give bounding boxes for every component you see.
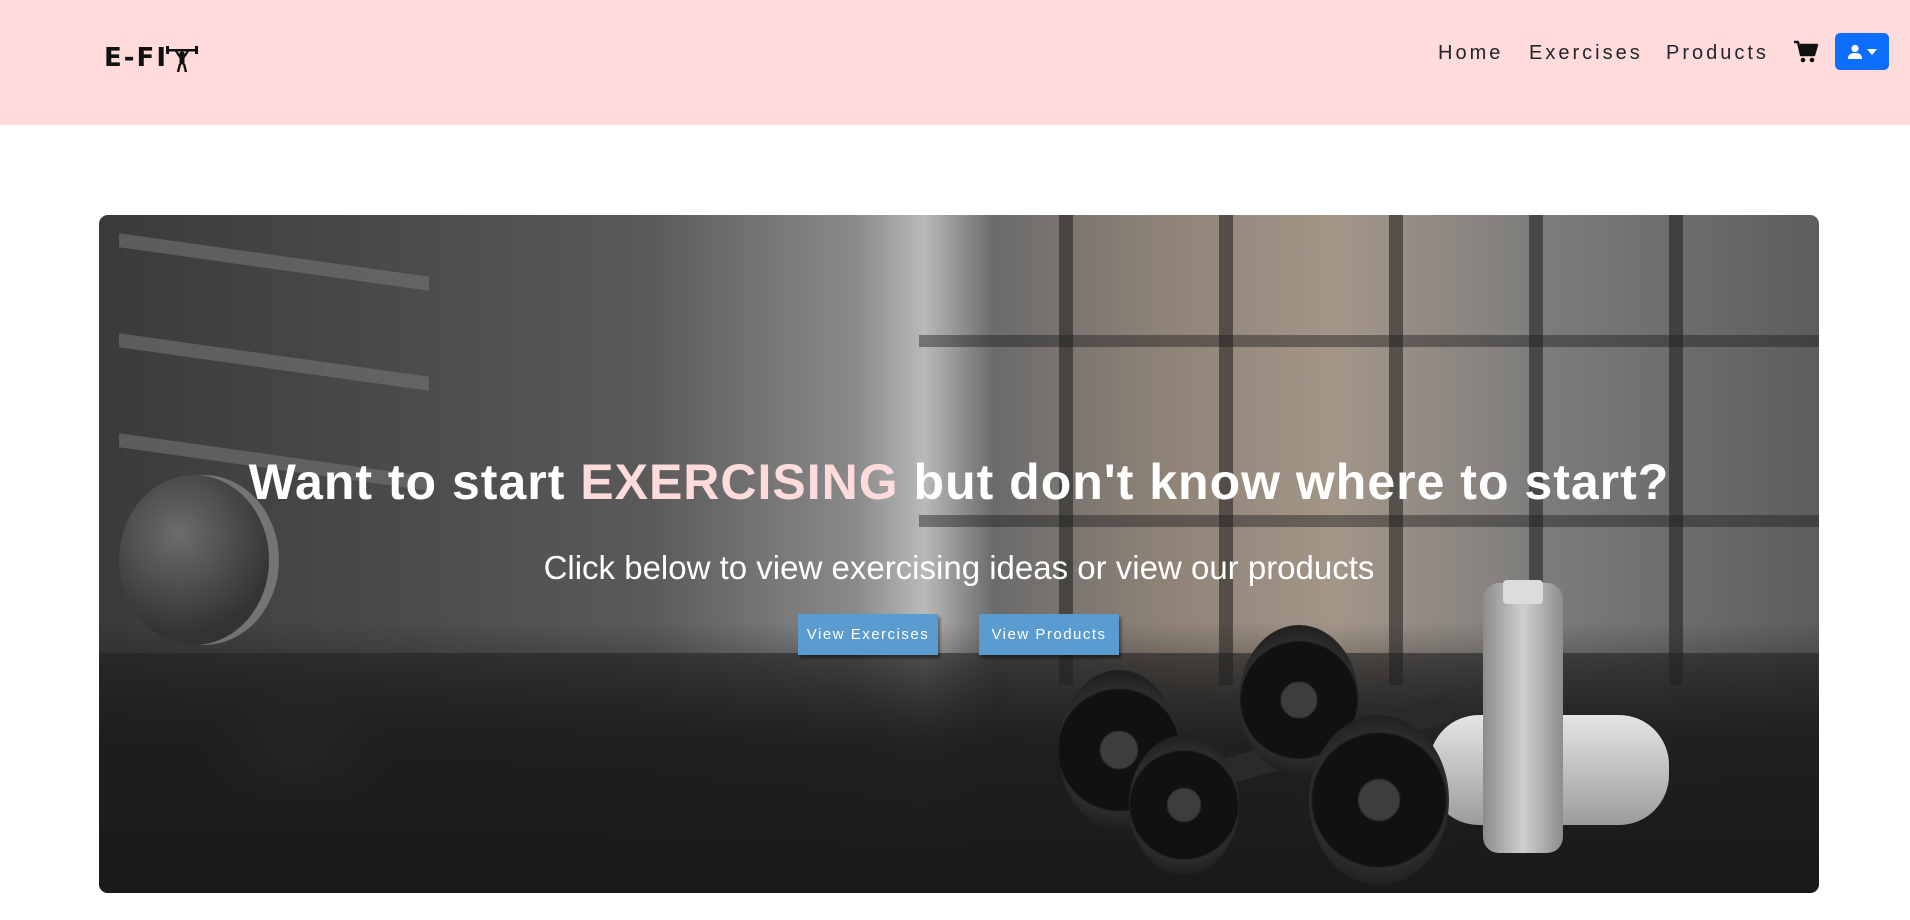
hero-title-end: but don't know where to start? — [898, 454, 1670, 510]
brand-logo-text: E-FI — [104, 43, 168, 73]
brand-logo[interactable]: E-FI — [104, 42, 198, 74]
user-menu-button[interactable] — [1835, 33, 1889, 70]
hero-title-accent: EXERCISING — [580, 454, 899, 510]
navbar: E-FI Home Exercises Products — [0, 0, 1910, 125]
nav-link-products[interactable]: Products — [1666, 42, 1769, 65]
cart-icon[interactable] — [1793, 40, 1819, 64]
user-icon — [1848, 44, 1862, 59]
hero-title: Want to start EXERCISING but don't know … — [99, 453, 1819, 511]
nav-link-exercises[interactable]: Exercises — [1529, 42, 1643, 65]
view-products-button[interactable]: View Products — [979, 614, 1119, 655]
hero-subtitle: Click below to view exercising ideas or … — [543, 549, 1375, 586]
chevron-down-icon — [1867, 48, 1877, 55]
view-exercises-button[interactable]: View Exercises — [798, 614, 938, 655]
hero-banner: Want to start EXERCISING but don't know … — [99, 215, 1819, 893]
weightlifter-icon — [166, 46, 198, 72]
hero-title-start: Want to start — [248, 454, 581, 510]
nav-link-home[interactable]: Home — [1438, 42, 1503, 65]
